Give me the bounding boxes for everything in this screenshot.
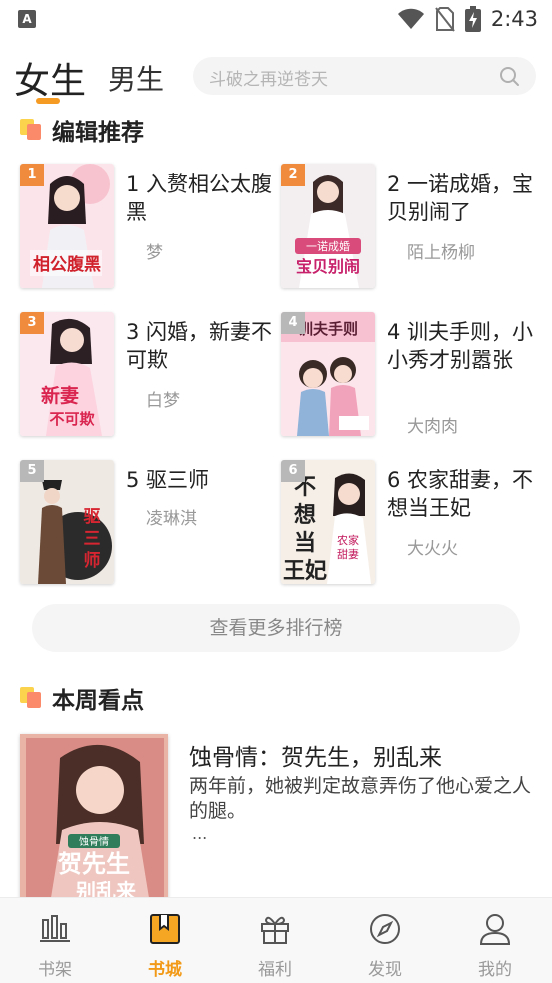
top-header: 女生 男生 斗破之再逆苍天	[0, 48, 552, 108]
book-cover[interactable]: 新妻 不可欺 3	[20, 312, 114, 436]
book-title[interactable]: 2 一诺成婚，宝贝别闹了	[387, 170, 535, 226]
book-author: 凌琳淇	[146, 509, 197, 529]
book-title[interactable]: 6 农家甜妻，不想当王妃	[387, 466, 535, 522]
book-title[interactable]: 5 驱三师	[126, 466, 274, 494]
book-card-3[interactable]: 新妻 不可欺 3 3 闪婚，新妻不可欺 白梦	[20, 312, 280, 442]
svg-text:宝贝别闹: 宝贝别闹	[296, 257, 360, 276]
book-author: 大肉肉	[407, 417, 458, 437]
nav-label: 发现	[368, 960, 402, 980]
weekly-book-title[interactable]: 蚀骨情：贺先生，别乱来	[189, 738, 442, 772]
book-card-6[interactable]: 不 想 当 王妃 农家 甜妻 6 6 农家甜妻，不想当王妃 大火火	[281, 460, 541, 590]
weekly-book-ellipsis: ...	[192, 824, 208, 843]
book-title[interactable]: 3 闪婚，新妻不可欺	[126, 318, 274, 374]
book-cover[interactable]: 不 想 当 王妃 农家 甜妻 6	[281, 460, 375, 584]
svg-text:一诺成婚: 一诺成婚	[306, 239, 350, 253]
nav-label: 我的	[478, 960, 512, 980]
nav-label: 福利	[258, 960, 292, 980]
svg-text:王妃: 王妃	[283, 558, 327, 584]
svg-text:师: 师	[84, 550, 101, 571]
nav-label: 书架	[38, 960, 72, 980]
nav-profile[interactable]: 我的	[440, 898, 550, 983]
rank-badge: 1	[20, 164, 44, 186]
book-title[interactable]: 4 训夫手则，小小秀才别嚣张	[387, 318, 535, 374]
book-card-1[interactable]: 相公腹黑 1 1 入赘相公太腹黑 梦	[20, 164, 280, 294]
section-icon	[20, 685, 46, 711]
svg-text:甜妻: 甜妻	[337, 548, 359, 561]
book-cover[interactable]: 一诺成婚 宝贝别闹 2	[281, 164, 375, 288]
tab-female[interactable]: 女生	[14, 52, 86, 104]
book-card-2[interactable]: 一诺成婚 宝贝别闹 2 2 一诺成婚，宝贝别闹了 陌上杨柳	[281, 164, 541, 294]
rank-badge: 2	[281, 164, 305, 186]
more-rankings-button[interactable]: 查看更多排行榜	[32, 604, 520, 652]
nav-label: 书城	[148, 960, 182, 980]
gift-icon	[261, 916, 289, 944]
book-card-4[interactable]: 训夫手则 4 4 训夫手则，小小秀才别嚣张 大肉肉	[281, 312, 541, 442]
section-title: 本周看点	[52, 688, 144, 714]
svg-text:新妻: 新妻	[41, 384, 79, 407]
weekly-book-description: 两年前，她被判定故意弄伤了他心爱之人的腿。	[189, 775, 532, 822]
book-cover[interactable]: 驱 三 师 5	[20, 460, 114, 584]
weekly-heading: 本周看点	[20, 682, 144, 714]
search-placeholder: 斗破之再逆苍天	[209, 70, 328, 90]
bookstore-icon	[150, 914, 180, 944]
book-author: 陌上杨柳	[407, 243, 475, 263]
svg-text:训夫手则: 训夫手则	[298, 320, 358, 338]
svg-text:三: 三	[84, 529, 101, 549]
section-icon	[20, 117, 46, 143]
book-author: 白梦	[146, 391, 180, 411]
weekly-book-cover[interactable]: 蚀骨情 贺先生 别乱来	[20, 734, 168, 904]
nav-welfare[interactable]: 福利	[220, 898, 330, 983]
compass-icon	[370, 914, 400, 944]
svg-text:不可欺: 不可欺	[49, 410, 94, 428]
book-title[interactable]: 1 入赘相公太腹黑	[126, 170, 274, 226]
bookshelf-icon	[40, 915, 70, 942]
wifi-icon	[397, 8, 424, 29]
book-cover[interactable]: 训夫手则 4	[281, 312, 375, 436]
active-tab-indicator	[36, 98, 60, 104]
tab-male[interactable]: 男生	[108, 58, 164, 98]
editor-picks-heading: 编辑推荐	[20, 114, 144, 146]
nav-bookstore[interactable]: 书城	[110, 898, 220, 983]
svg-text:贺先生: 贺先生	[58, 849, 130, 878]
search-icon[interactable]	[498, 65, 520, 87]
status-bar: A 2:43	[0, 0, 552, 38]
profile-icon	[479, 914, 511, 945]
nav-bookshelf[interactable]: 书架	[0, 898, 110, 983]
svg-text:想: 想	[294, 502, 316, 528]
svg-text:相公腹黑: 相公腹黑	[33, 254, 101, 275]
app-notification-icon: A	[18, 10, 36, 28]
rank-badge: 6	[281, 460, 305, 482]
rank-badge: 3	[20, 312, 44, 334]
search-input[interactable]: 斗破之再逆苍天	[193, 57, 536, 95]
book-author: 大火火	[407, 539, 458, 559]
svg-text:驱: 驱	[84, 507, 101, 527]
nav-discover[interactable]: 发现	[330, 898, 440, 983]
book-card-5[interactable]: 驱 三 师 5 5 驱三师 凌琳淇	[20, 460, 280, 590]
status-time: 2:43	[490, 7, 538, 31]
svg-text:蚀骨情: 蚀骨情	[79, 835, 109, 848]
svg-text:农家: 农家	[337, 533, 359, 547]
book-author: 梦	[146, 243, 163, 263]
svg-text:当: 当	[294, 530, 316, 556]
no-sim-icon	[435, 7, 455, 32]
rank-badge: 5	[20, 460, 44, 482]
bottom-nav: 书架 书城 福利 发现 我的	[0, 897, 552, 983]
rank-badge: 4	[281, 312, 305, 334]
section-title: 编辑推荐	[52, 120, 144, 146]
battery-charging-icon	[464, 6, 481, 32]
book-cover[interactable]: 相公腹黑 1	[20, 164, 114, 288]
